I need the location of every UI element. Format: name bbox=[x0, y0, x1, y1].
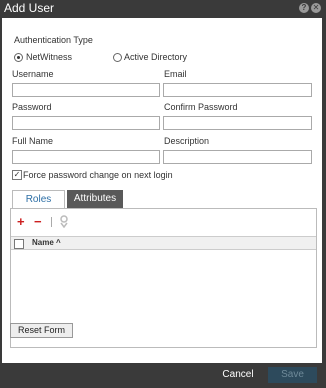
username-input[interactable] bbox=[12, 83, 160, 97]
netwitness-radio[interactable] bbox=[14, 53, 23, 62]
dialog-title: Add User bbox=[4, 1, 55, 15]
force-change-checkbox[interactable]: ✓ bbox=[12, 170, 22, 180]
close-icon[interactable]: ✕ bbox=[311, 3, 321, 13]
username-label: Username bbox=[12, 69, 54, 79]
password-input[interactable] bbox=[12, 116, 160, 130]
active-directory-radio-label[interactable]: Active Directory bbox=[124, 52, 187, 62]
name-column-label: Name bbox=[32, 238, 54, 247]
confirm-password-input[interactable] bbox=[163, 116, 312, 130]
roles-grid-header: Name ^ bbox=[11, 236, 316, 250]
auth-type-label: Authentication Type bbox=[14, 35, 93, 45]
cancel-button[interactable]: Cancel bbox=[213, 367, 263, 383]
add-icon[interactable]: + bbox=[17, 215, 25, 228]
description-label: Description bbox=[164, 136, 210, 146]
force-change-label[interactable]: Force password change on next login bbox=[23, 170, 173, 180]
sort-ascending-icon: ^ bbox=[56, 238, 61, 247]
email-input[interactable] bbox=[163, 83, 312, 97]
dialog-body: Authentication Type NetWitness Active Di… bbox=[2, 18, 322, 363]
tab-attributes[interactable]: Attributes bbox=[67, 190, 123, 208]
active-directory-radio[interactable] bbox=[113, 53, 122, 62]
confirm-password-label: Confirm Password bbox=[164, 102, 238, 112]
tab-roles[interactable]: Roles bbox=[12, 190, 65, 208]
dialog-titlebar: Add User ? ✕ bbox=[0, 0, 326, 18]
name-column-header[interactable]: Name ^ bbox=[32, 238, 61, 247]
full-name-input[interactable] bbox=[12, 150, 160, 164]
reset-form-button[interactable]: Reset Form bbox=[10, 323, 73, 338]
toolbar-divider bbox=[51, 217, 52, 227]
full-name-label: Full Name bbox=[12, 136, 54, 146]
password-label: Password bbox=[12, 102, 52, 112]
select-all-checkbox[interactable] bbox=[14, 239, 24, 249]
save-button[interactable]: Save bbox=[268, 367, 317, 383]
roles-toolbar: + − bbox=[11, 209, 316, 236]
role-settings-icon[interactable] bbox=[59, 215, 69, 229]
help-icon[interactable]: ? bbox=[299, 3, 309, 13]
remove-icon[interactable]: − bbox=[34, 215, 42, 228]
description-input[interactable] bbox=[163, 150, 312, 164]
email-label: Email bbox=[164, 69, 187, 79]
netwitness-radio-label[interactable]: NetWitness bbox=[26, 52, 72, 62]
add-user-dialog: Add User ? ✕ Authentication Type NetWitn… bbox=[0, 0, 326, 388]
